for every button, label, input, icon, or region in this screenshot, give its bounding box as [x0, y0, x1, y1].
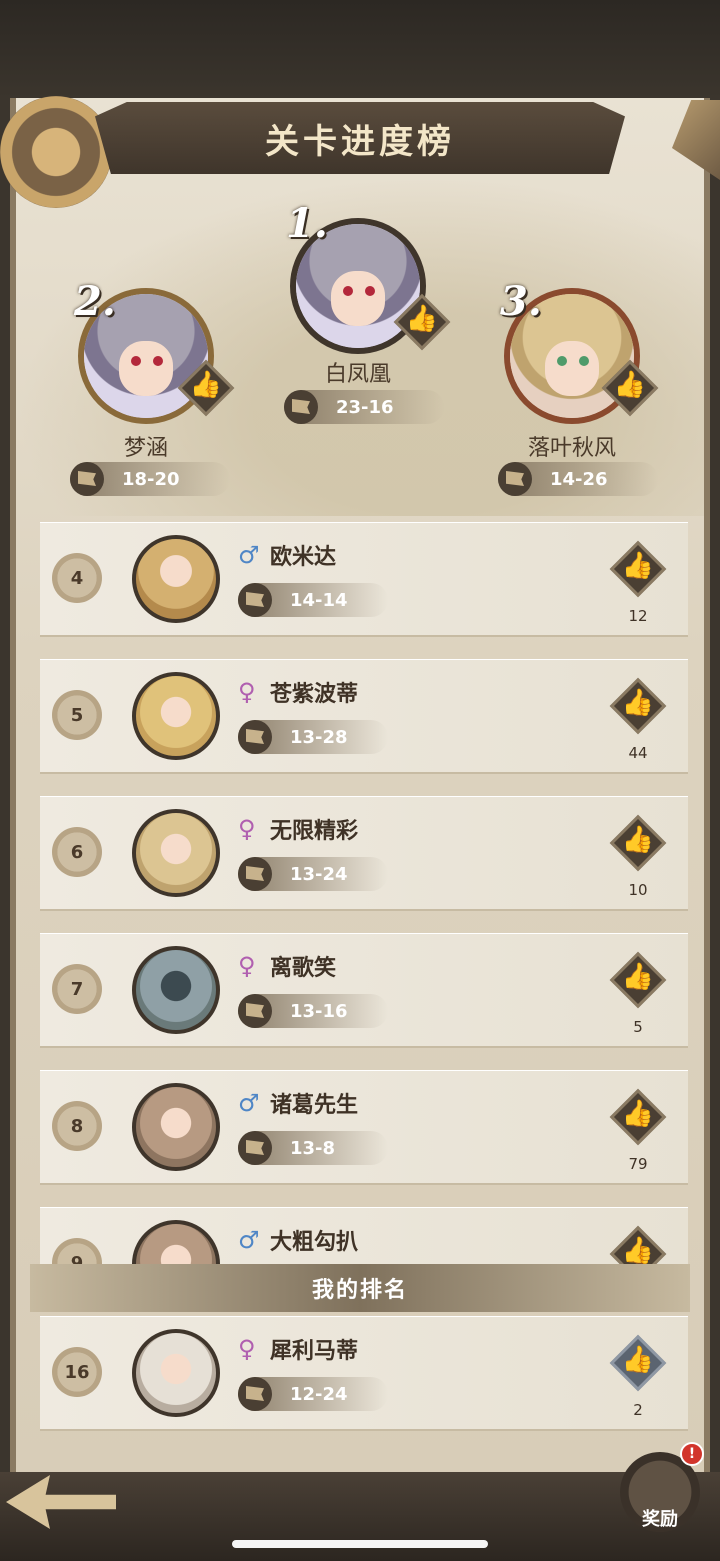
thumbs-up-icon: 👍 [613, 370, 647, 400]
thumbs-up-icon: 👍 [621, 962, 655, 992]
my-rank-label: 我的排名 [311, 1278, 408, 1303]
progress-pill: 13-8 [238, 1131, 388, 1165]
avatar[interactable] [132, 946, 220, 1034]
podium-progress-1: 23-16 [284, 390, 444, 424]
rank-row-6[interactable]: 6 ♀ 无限精彩 13-24 👍 10 [40, 796, 688, 909]
flag-icon [246, 592, 264, 607]
rank-badge: 5 [52, 690, 102, 740]
top-bar [0, 0, 720, 98]
progress-pill: 13-28 [238, 720, 388, 754]
player-name: 离歌笑 [270, 956, 337, 981]
avatar[interactable] [132, 1329, 220, 1417]
flag-icon [246, 1003, 264, 1018]
female-icon: ♀ [238, 1335, 256, 1363]
avatar[interactable] [132, 1220, 220, 1266]
avatar[interactable] [132, 672, 220, 760]
female-icon: ♀ [238, 952, 256, 980]
podium-name-2: 梦涵 [123, 436, 168, 461]
thumbs-up-icon: 👍 [621, 825, 655, 855]
like-count: 12 [628, 607, 648, 625]
female-icon: ♀ [238, 815, 256, 843]
page-title: 关卡进度榜 [265, 121, 455, 162]
rank-row-5[interactable]: 5 ♀ 苍紫波蒂 13-28 👍 44 [40, 659, 688, 772]
thumbs-up-icon: 👍 [621, 1099, 655, 1129]
thumbs-up-icon: 👍 [405, 304, 439, 334]
rank-row-7[interactable]: 7 ♀ 离歌笑 13-16 👍 5 [40, 933, 688, 1046]
podium-progress-2: 18-20 [70, 462, 230, 496]
rank-row-9[interactable]: 9 ♂ 大粗勾扒 👍 [40, 1207, 688, 1266]
like-count: 5 [633, 1018, 643, 1036]
rank-badge: 16 [52, 1347, 102, 1397]
podium-name-3: 落叶秋风 [527, 436, 616, 461]
progress-pill: 13-16 [238, 994, 388, 1028]
like-count: 79 [628, 1155, 648, 1173]
podium-progress-3: 14-26 [498, 462, 658, 496]
podium-rank-1: 1. [286, 200, 328, 247]
flag-icon [78, 471, 96, 486]
reward-label: 奖励 [642, 1509, 678, 1530]
player-name: 犀利马蒂 [270, 1339, 359, 1364]
rank-badge: 8 [52, 1101, 102, 1151]
male-icon: ♂ [238, 1226, 260, 1254]
flag-icon [246, 866, 264, 881]
like-count: 2 [633, 1401, 643, 1419]
rank-row-8[interactable]: 8 ♂ 诸葛先生 13-8 👍 79 [40, 1070, 688, 1183]
like-count: 44 [628, 744, 648, 762]
player-name: 欧米达 [270, 545, 337, 570]
flag-icon [246, 1386, 264, 1401]
title-banner: 关卡进度榜 [95, 102, 625, 174]
home-indicator[interactable] [232, 1540, 488, 1548]
podium-rank-2: 2. [74, 278, 116, 325]
rank-row-4[interactable]: 4 ♂ 欧米达 14-14 👍 12 [40, 522, 688, 635]
male-icon: ♂ [238, 541, 260, 569]
avatar[interactable] [132, 535, 220, 623]
player-name: 大粗勾扒 [270, 1230, 359, 1255]
thumbs-up-icon: 👍 [621, 688, 655, 718]
like-count: 10 [628, 881, 648, 899]
progress-pill: 13-24 [238, 857, 388, 891]
avatar[interactable] [132, 1083, 220, 1171]
player-name: 苍紫波蒂 [270, 682, 359, 707]
progress-pill: 12-24 [238, 1377, 388, 1411]
thumbs-up-icon: 👍 [189, 370, 223, 400]
avatar[interactable] [132, 809, 220, 897]
male-icon: ♂ [238, 1089, 260, 1117]
podium-rank-3: 3. [500, 278, 542, 325]
rank-badge: 7 [52, 964, 102, 1014]
rank-badge: 4 [52, 553, 102, 603]
my-rank-header: 我的排名 [30, 1264, 690, 1312]
rank-badge: 9 [52, 1238, 102, 1266]
notification-badge: ! [680, 1442, 704, 1466]
flag-icon [246, 1140, 264, 1155]
thumbs-up-icon: 👍 [621, 1345, 655, 1375]
podium-name-1: 白凤凰 [324, 362, 391, 387]
my-rank-row[interactable]: 16 ♀ 犀利马蒂 12-24 👍 2 [40, 1316, 688, 1429]
flag-icon [246, 729, 264, 744]
rank-badge: 6 [52, 827, 102, 877]
thumbs-up-icon: 👍 [621, 1236, 655, 1266]
flag-icon [292, 399, 310, 414]
player-name: 无限精彩 [270, 819, 359, 844]
player-name: 诸葛先生 [270, 1093, 359, 1118]
female-icon: ♀ [238, 678, 256, 706]
flag-icon [506, 471, 524, 486]
progress-pill: 14-14 [238, 583, 388, 617]
thumbs-up-icon: 👍 [621, 551, 655, 581]
